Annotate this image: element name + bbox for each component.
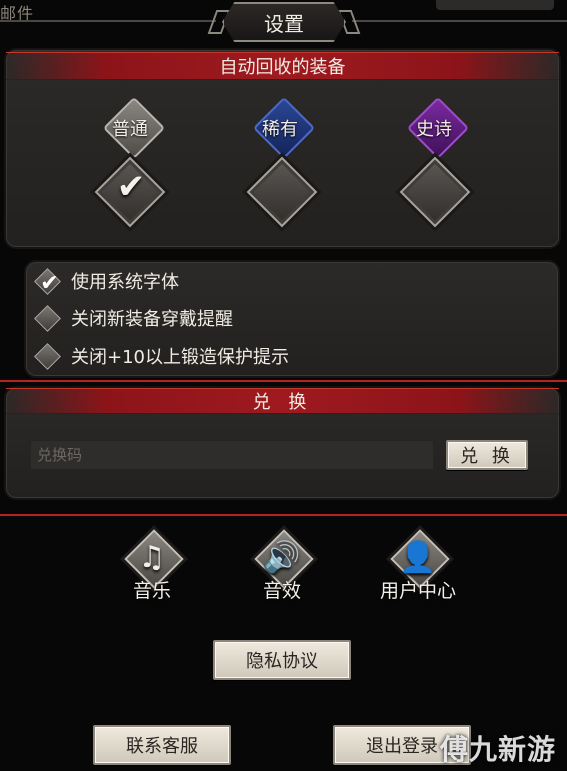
speaker-icon: 🔊 (263, 540, 301, 575)
checkmark-icon: ✔ (116, 167, 146, 207)
option-forge-protection-tip[interactable]: 关闭+10以上锻造保护提示 (32, 340, 289, 372)
contact-support-button[interactable]: 联系客服 (93, 725, 231, 765)
rarity-label-common: 普通 (112, 119, 148, 140)
watermark: 傅九新游 (440, 733, 557, 766)
redeem-code-input[interactable] (30, 440, 434, 470)
top-right-tab[interactable] (436, 0, 554, 10)
checkbox-icon[interactable] (34, 342, 61, 370)
rarity-badge-rare: 稀有 (250, 96, 316, 160)
user-center-button[interactable]: 👤 用户中心 (370, 529, 466, 604)
option-label: 关闭新装备穿戴提醒 (71, 309, 233, 330)
user-center-label: 用户中心 (379, 580, 456, 602)
auto-recycle-title: 自动回收的装备 (6, 52, 559, 80)
option-label: 关闭+10以上锻造保护提示 (71, 347, 289, 368)
checkbox-icon[interactable] (34, 304, 61, 332)
sound-effects-button[interactable]: 🔊 音效 (242, 529, 322, 604)
checkmark-icon: ✔ (40, 270, 59, 296)
option-label: 使用系统字体 (71, 272, 179, 293)
checkbox-checked-icon[interactable]: ✔ (34, 267, 61, 296)
privacy-policy-button[interactable]: 隐私协议 (213, 640, 351, 680)
option-new-equipment-reminder[interactable]: 关闭新装备穿戴提醒 (32, 302, 233, 334)
redeem-title: 兑 换 (6, 388, 559, 414)
rarity-label-rare: 稀有 (262, 119, 298, 140)
rarity-badge-epic: 史诗 (404, 96, 470, 160)
header-divider-right (352, 20, 567, 22)
page-title: 设置 (222, 2, 346, 42)
option-system-font[interactable]: ✔ 使用系统字体 (32, 265, 179, 297)
music-button[interactable]: ♫ 音乐 (112, 529, 192, 604)
redeem-button[interactable]: 兑 换 (446, 440, 528, 470)
rarity-label-epic: 史诗 (416, 119, 452, 140)
sound-effects-label: 音效 (262, 580, 301, 602)
rarity-badge-common: 普通 (100, 96, 166, 160)
music-note-icon: ♫ (138, 540, 166, 575)
header-divider-left (0, 20, 216, 22)
music-label: 音乐 (132, 580, 171, 602)
user-icon: 👤 (399, 540, 437, 575)
